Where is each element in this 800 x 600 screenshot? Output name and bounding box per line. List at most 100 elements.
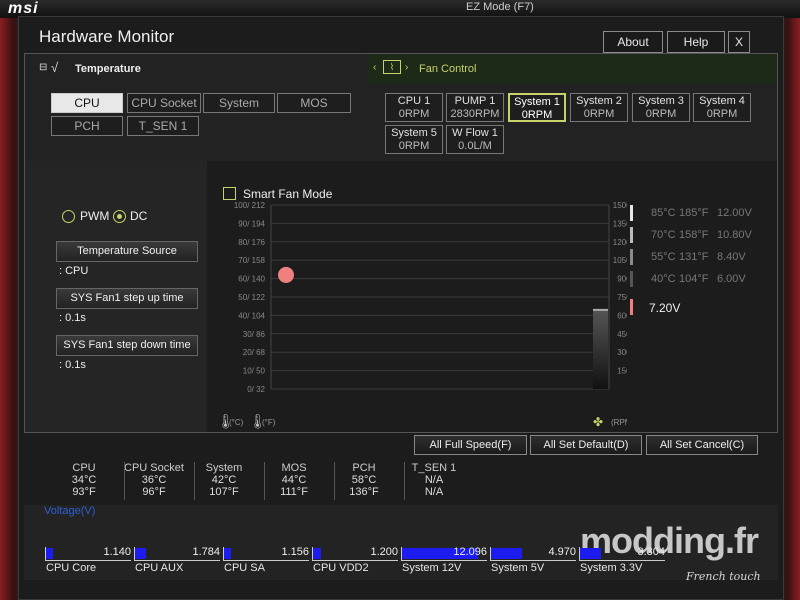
- help-button[interactable]: Help: [667, 31, 725, 53]
- voltage-value: 1.200: [370, 546, 398, 558]
- temp-name: PCH: [352, 462, 376, 474]
- fan-button-cpu-1[interactable]: CPU 1 0RPM: [385, 93, 443, 122]
- fan-value: 0.0L/M: [458, 140, 492, 152]
- temp-celsius: 44°C: [281, 474, 307, 486]
- ez-mode-button[interactable]: EZ Mode (F7): [466, 1, 534, 13]
- legend-fahrenheit: 104°F: [679, 273, 709, 285]
- sensor-button-cpu-socket[interactable]: CPU Socket: [127, 93, 201, 113]
- fan-name: CPU 1: [397, 95, 431, 107]
- voltage-value: 12.096: [453, 546, 487, 558]
- temp-name: T_SEN 1: [411, 462, 457, 474]
- legend-marker: [630, 249, 633, 265]
- rpm-level-bar: [593, 309, 608, 389]
- temp-celsius: 34°C: [71, 474, 97, 486]
- all-full-speed-button[interactable]: All Full Speed(F): [414, 435, 527, 455]
- voltage-label: CPU Core: [46, 562, 97, 574]
- tab-temperature[interactable]: ⊟ √ Temperature: [25, 54, 367, 84]
- voltage-fill: [135, 548, 146, 559]
- tab-fan-control-label: Fan Control: [419, 63, 477, 75]
- legend-fahrenheit: 158°F: [679, 229, 709, 241]
- step-down-time-value: : 0.1s: [59, 359, 86, 371]
- voltage-fill: [491, 548, 522, 559]
- voltage-fill: [224, 548, 231, 559]
- fan-icon: ✤: [593, 415, 603, 429]
- y-right-tick: 12000: [613, 238, 627, 247]
- fan-value: 0RPM: [645, 108, 677, 120]
- tab-temperature-label: Temperature: [75, 63, 141, 75]
- y-right-tick: 13500: [613, 219, 627, 228]
- fan-button-system-1[interactable]: System 1 0RPM: [508, 93, 566, 122]
- fan-curve-point: [278, 266, 294, 283]
- dc-radio[interactable]: [113, 210, 126, 223]
- fan-button-pump-1[interactable]: PUMP 1 2830RPM: [446, 93, 504, 122]
- fan-button-system-2[interactable]: System 2 0RPM: [570, 93, 628, 122]
- voltage-label: CPU AUX: [135, 562, 184, 574]
- temp-fahrenheit: 107°F: [209, 486, 239, 498]
- tab-fan-control[interactable]: ‹ ⌇ › Fan Control: [367, 54, 777, 84]
- temp-readout-cpu-socket: CPU Socket 36°C 96°F: [121, 462, 187, 498]
- voltage-bar-cpu-vdd2: 1.200: [312, 546, 398, 561]
- all-set-default-button[interactable]: All Set Default(D): [530, 435, 642, 455]
- fan-button-w-flow-1[interactable]: W Flow 1 0.0L/M: [446, 125, 504, 154]
- fan-button-system-3[interactable]: System 3 0RPM: [632, 93, 690, 122]
- y-right-tick: 4500: [617, 330, 627, 339]
- sensor-button-t-sen-1[interactable]: T_SEN 1: [127, 116, 199, 136]
- temp-readout-cpu: CPU 34°C 93°F: [51, 462, 117, 498]
- temp-readout-system: System 42°C 107°F: [191, 462, 257, 498]
- voltage-title: Voltage(V): [44, 505, 96, 517]
- voltage-label: CPU SA: [224, 562, 265, 574]
- y-left-tick: 80/ 176: [238, 238, 265, 247]
- temp-name: CPU: [72, 462, 96, 474]
- step-up-time-value: : 0.1s: [59, 312, 86, 324]
- temperature-source-value: : CPU: [59, 265, 89, 277]
- about-button[interactable]: About: [603, 31, 663, 53]
- step-up-time-button[interactable]: SYS Fan1 step up time: [56, 288, 198, 309]
- voltage-value: 3.304: [637, 546, 665, 558]
- sensor-button-system[interactable]: System: [203, 93, 275, 113]
- temp-divider: [194, 462, 195, 500]
- fan-value: 0RPM: [398, 108, 430, 120]
- voltage-label: System 5V: [491, 562, 545, 574]
- voltage-bar-cpu-sa: 1.156: [223, 546, 309, 561]
- voltage-value: 4.970: [548, 546, 576, 558]
- voltage-bar-system-3-3v: 3.304: [579, 546, 665, 561]
- pwm-radio[interactable]: [62, 210, 75, 223]
- legend-voltage: 10.80V: [717, 229, 752, 241]
- fan-name: System 1: [514, 96, 560, 108]
- fan-value: 2830RPM: [450, 108, 500, 120]
- window-title: Hardware Monitor: [39, 27, 175, 46]
- fan-name: System 2: [576, 95, 622, 107]
- voltage-label: System 12V: [402, 562, 462, 574]
- legend-celsius: 85°C: [651, 207, 676, 219]
- legend-marker: [630, 205, 633, 221]
- sensor-button-cpu[interactable]: CPU: [51, 93, 123, 113]
- temp-fahrenheit: 93°F: [72, 486, 96, 498]
- temp-celsius: N/A: [424, 474, 444, 486]
- temperature-source-button[interactable]: Temperature Source: [56, 241, 198, 262]
- watermark-tagline: French touch: [686, 570, 761, 583]
- step-down-time-button[interactable]: SYS Fan1 step down time: [56, 335, 198, 356]
- temp-divider: [124, 462, 125, 500]
- temp-celsius: 42°C: [211, 474, 237, 486]
- legend-voltage: 8.40V: [717, 251, 746, 263]
- y-left-tick: 100/ 212: [234, 201, 266, 210]
- chevron-left-icon: ‹: [373, 62, 377, 73]
- sensor-button-mos[interactable]: MOS: [277, 93, 351, 113]
- chevron-right-icon: ›: [405, 62, 409, 73]
- y-left-tick: 0/ 32: [247, 385, 265, 394]
- fan-button-system-4[interactable]: System 4 0RPM: [693, 93, 751, 122]
- fan-curve-chart[interactable]: 100/ 212 15000 90/ 194 13500 80/ 176 12000 70/…: [207, 195, 627, 431]
- sensor-button-pch[interactable]: PCH: [51, 116, 123, 136]
- y-left-tick: 70/ 158: [238, 256, 265, 265]
- y-left-tick: 10/ 50: [243, 367, 266, 376]
- all-set-cancel-button[interactable]: All Set Cancel(C): [646, 435, 758, 455]
- voltage-label: CPU VDD2: [313, 562, 369, 574]
- temp-name: MOS: [281, 462, 307, 474]
- legend-voltage: 12.00V: [717, 207, 752, 219]
- y-left-tick: 40/ 104: [238, 311, 265, 320]
- voltage-value: 1.156: [281, 546, 309, 558]
- close-button[interactable]: X: [728, 31, 750, 53]
- voltage-bar-cpu-aux: 1.784: [134, 546, 220, 561]
- legend-celsius: 55°C: [651, 251, 676, 263]
- fan-button-system-5[interactable]: System 5 0RPM: [385, 125, 443, 154]
